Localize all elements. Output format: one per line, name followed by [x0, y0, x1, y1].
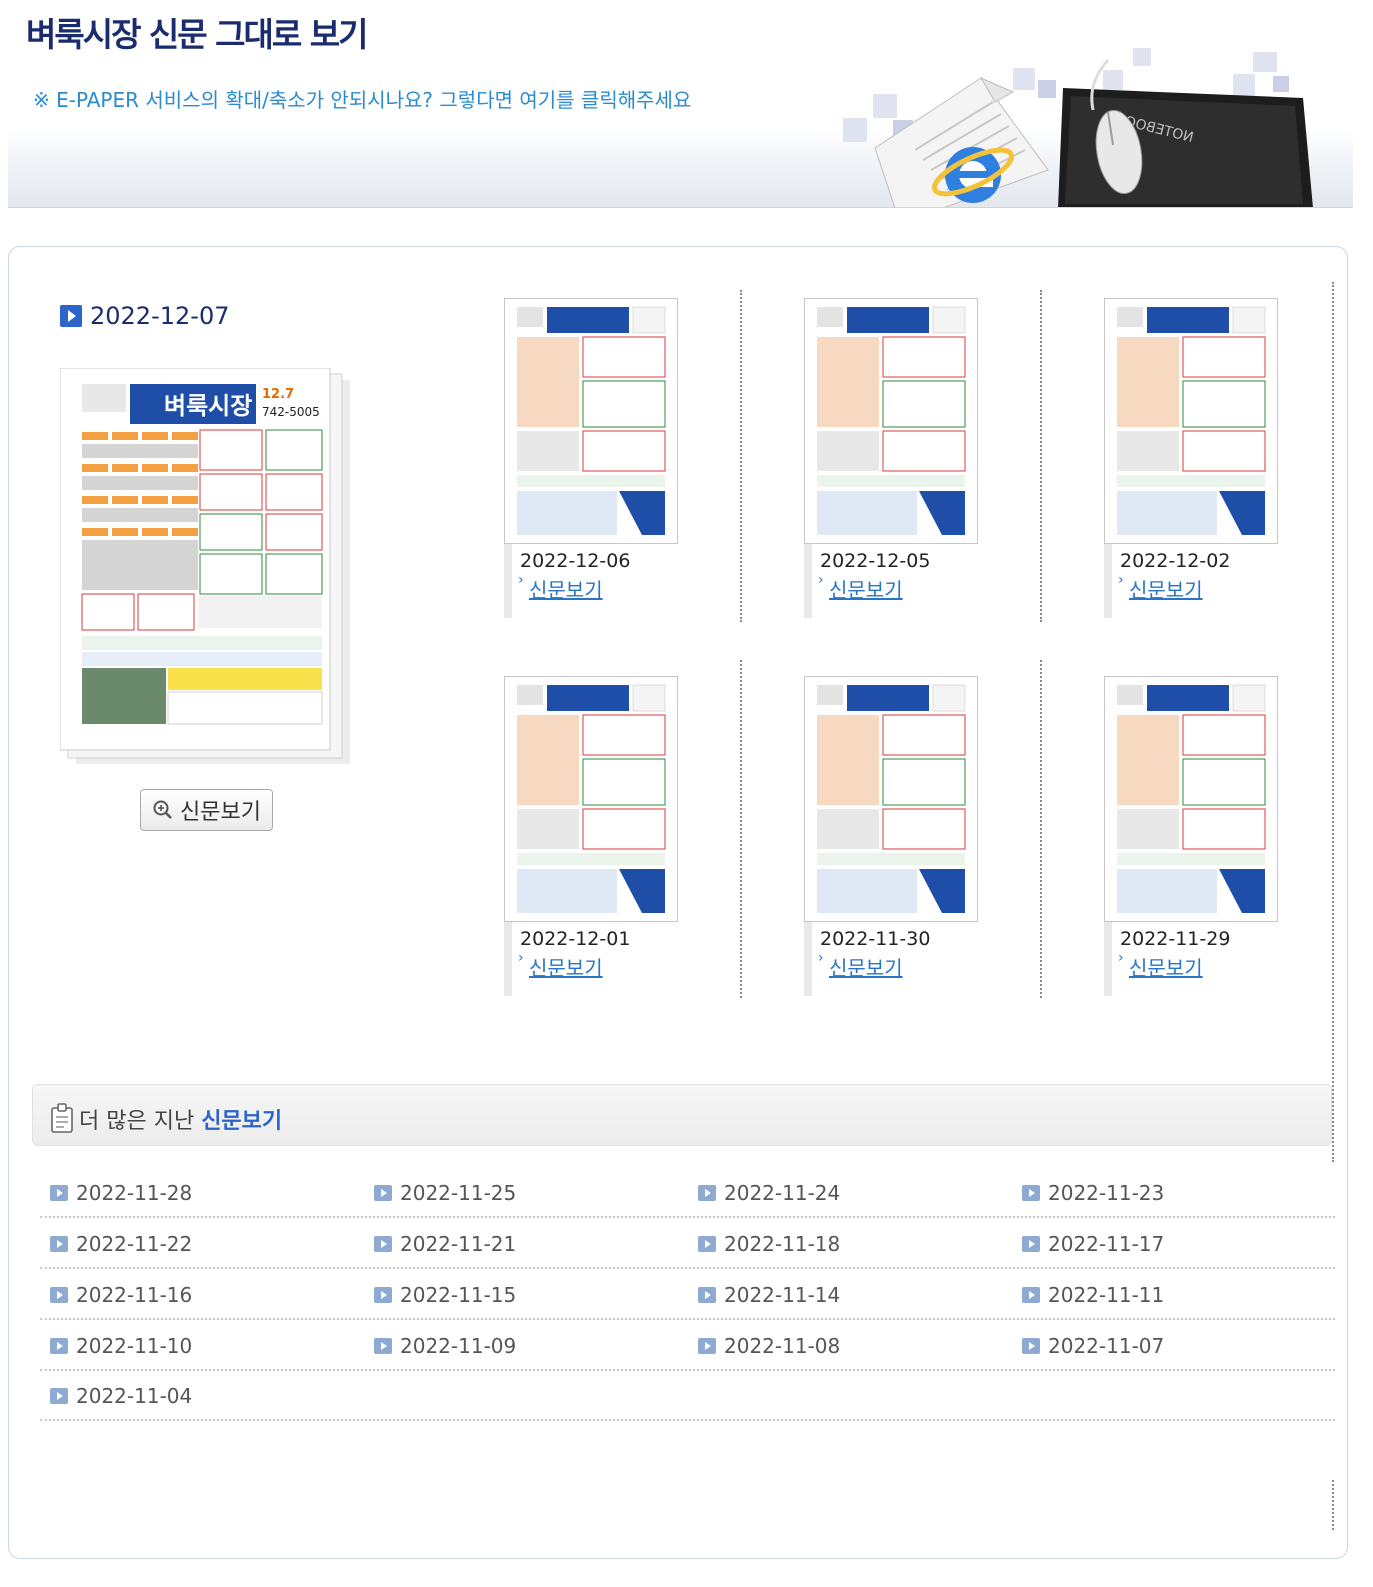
archive-date-link[interactable]: 2022-11-11	[1022, 1283, 1164, 1307]
issue-date: 2022-12-05	[820, 550, 931, 572]
latest-newspaper-thumbnail[interactable]: 벼룩시장 12.7 742-5005	[60, 368, 352, 768]
issue-date: 2022-11-29	[1120, 928, 1231, 950]
arrow-right-icon	[374, 1287, 392, 1303]
issue-item: 2022-12-05 신문보기	[804, 298, 1044, 618]
header-banner: 벼룩시장 신문 그대로 보기 ※ E-PAPER 서비스의 확대/축소가 안되시…	[8, 0, 1353, 208]
issue-item: 2022-11-30 신문보기	[804, 676, 1044, 996]
arrow-right-icon	[374, 1338, 392, 1354]
archive-date-link[interactable]: 2022-11-18	[698, 1232, 840, 1256]
archive-date-link[interactable]: 2022-11-23	[1022, 1181, 1164, 1205]
archive-date-link[interactable]: 2022-11-14	[698, 1283, 840, 1307]
archive-heading: 더 많은 지난 신문보기	[32, 1084, 1332, 1146]
view-issue-link[interactable]: 신문보기	[1118, 572, 1203, 603]
arrow-right-icon	[50, 1185, 68, 1201]
newspaper-page-art	[817, 684, 966, 913]
issue-thumbnail[interactable]	[804, 676, 978, 922]
archive-row: 2022-11-22 2022-11-21 2022-11-18 2022-11…	[40, 1218, 1335, 1269]
newspaper-page-art	[517, 306, 666, 535]
issue-item: 2022-12-02 신문보기	[1104, 298, 1344, 618]
issue-thumbnail[interactable]	[504, 676, 678, 922]
issue-date: 2022-12-06	[520, 550, 631, 572]
view-latest-newspaper-button[interactable]: 신문보기	[140, 789, 273, 831]
arrow-right-icon	[1022, 1287, 1040, 1303]
archive-date-link[interactable]: 2022-11-15	[374, 1283, 516, 1307]
arrow-right-icon	[698, 1185, 716, 1201]
zoom-icon	[153, 800, 172, 819]
archive-date-link[interactable]: 2022-11-08	[698, 1334, 840, 1358]
arrow-right-icon	[60, 305, 82, 327]
newspaper-page-art	[817, 306, 966, 535]
clipboard-icon	[51, 1103, 73, 1133]
arrow-right-icon	[50, 1338, 68, 1354]
arrow-right-icon	[374, 1236, 392, 1252]
arrow-right-icon	[698, 1338, 716, 1354]
latest-issue-date: 2022-12-07	[60, 302, 229, 330]
archive-row: 2022-11-28 2022-11-25 2022-11-24 2022-11…	[40, 1167, 1335, 1218]
page-title: 벼룩시장 신문 그대로 보기	[26, 15, 368, 54]
issue-date: 2022-12-01	[520, 928, 631, 950]
view-issue-link[interactable]: 신문보기	[518, 950, 603, 981]
arrow-right-icon	[50, 1388, 68, 1404]
archive-date-link[interactable]: 2022-11-09	[374, 1334, 516, 1358]
issue-date: 2022-11-30	[820, 928, 931, 950]
view-issue-link[interactable]: 신문보기	[818, 572, 903, 603]
archive-row: 2022-11-16 2022-11-15 2022-11-14 2022-11…	[40, 1269, 1335, 1320]
arrow-right-icon	[698, 1287, 716, 1303]
latest-date-text: 2022-12-07	[90, 302, 230, 330]
archive-row: 2022-11-04	[40, 1370, 1335, 1421]
archive-date-link[interactable]: 2022-11-10	[50, 1334, 192, 1358]
archive-date-link[interactable]: 2022-11-16	[50, 1283, 192, 1307]
view-issue-link[interactable]: 신문보기	[518, 572, 603, 603]
issue-item: 2022-12-06 신문보기	[504, 298, 744, 618]
archive-date-link[interactable]: 2022-11-21	[374, 1232, 516, 1256]
epaper-help-link[interactable]: ※ E-PAPER 서비스의 확대/축소가 안되시나요? 그렇다면 여기를 클릭…	[33, 84, 691, 113]
arrow-right-icon	[1022, 1338, 1040, 1354]
archive-date-link[interactable]: 2022-11-17	[1022, 1232, 1164, 1256]
archive-date-link[interactable]: 2022-11-24	[698, 1181, 840, 1205]
panel-divider	[1332, 1480, 1334, 1530]
arrow-right-icon	[698, 1236, 716, 1252]
issue-date: 2022-12-02	[1120, 550, 1231, 572]
svg-text:12.7: 12.7	[262, 387, 294, 402]
archive-date-link[interactable]: 2022-11-04	[50, 1384, 192, 1408]
svg-text:벼룩시장: 벼룩시장	[164, 392, 252, 420]
issue-thumbnail[interactable]	[1104, 298, 1278, 544]
archive-title: 더 많은 지난 신문보기	[79, 1103, 282, 1135]
view-latest-label: 신문보기	[180, 800, 261, 825]
arrow-right-icon	[1022, 1236, 1040, 1252]
archive-row: 2022-11-10 2022-11-09 2022-11-08 2022-11…	[40, 1320, 1335, 1371]
issue-item: 2022-12-01 신문보기	[504, 676, 744, 996]
issue-thumbnail[interactable]	[804, 298, 978, 544]
archive-title-prefix: 더 많은 지난	[79, 1109, 195, 1134]
arrow-right-icon	[50, 1287, 68, 1303]
arrow-right-icon	[50, 1236, 68, 1252]
archive-date-link[interactable]: 2022-11-25	[374, 1181, 516, 1205]
view-issue-link[interactable]: 신문보기	[818, 950, 903, 981]
svg-text:742-5005: 742-5005	[262, 405, 320, 419]
issue-thumbnail[interactable]	[504, 298, 678, 544]
archive-date-link[interactable]: 2022-11-22	[50, 1232, 192, 1256]
newspaper-page-art	[517, 684, 666, 913]
newspaper-page-art	[1117, 306, 1266, 535]
view-issue-link[interactable]: 신문보기	[1118, 950, 1203, 981]
archive-date-link[interactable]: 2022-11-07	[1022, 1334, 1164, 1358]
notebook-illustration: NOTEBOOK	[843, 48, 1313, 207]
issue-item: 2022-11-29 신문보기	[1104, 676, 1344, 996]
archive-title-highlight: 신문보기	[201, 1109, 283, 1134]
archive-date-link[interactable]: 2022-11-28	[50, 1181, 192, 1205]
arrow-right-icon	[374, 1185, 392, 1201]
newspaper-page-art	[1117, 684, 1266, 913]
issue-thumbnail[interactable]	[1104, 676, 1278, 922]
arrow-right-icon	[1022, 1185, 1040, 1201]
